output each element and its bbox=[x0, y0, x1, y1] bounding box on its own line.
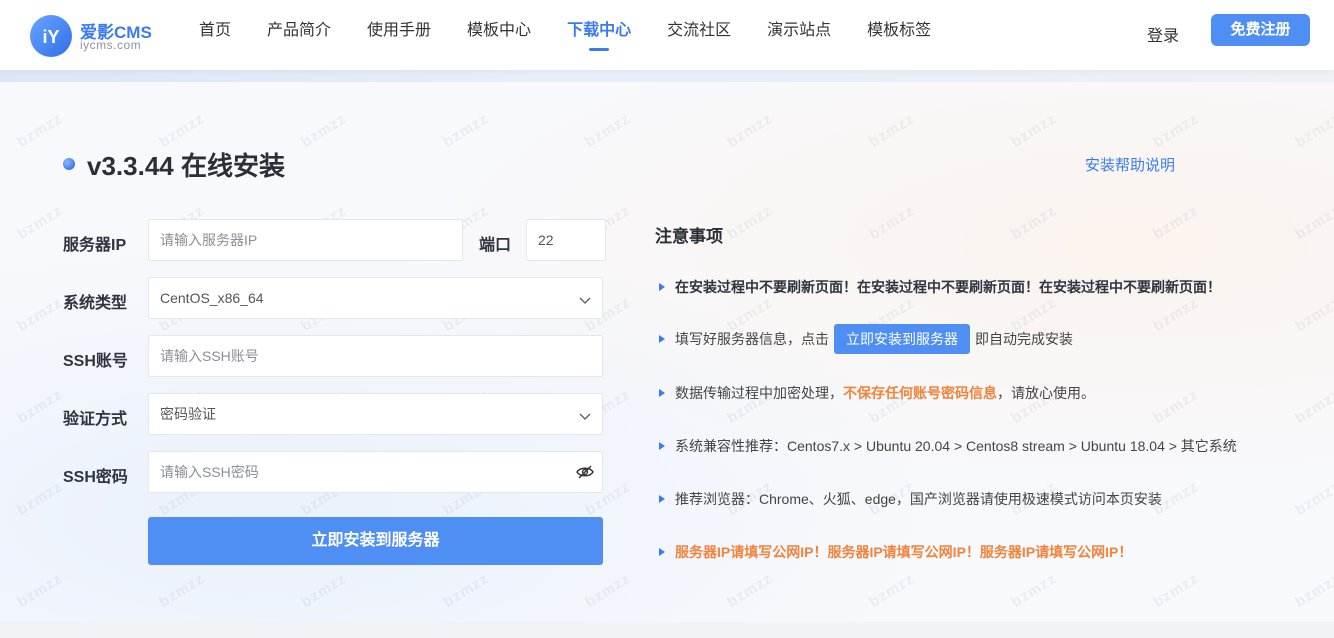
note-text: 数据传输过程中加密处理， bbox=[675, 385, 843, 401]
port-field[interactable] bbox=[526, 219, 606, 261]
auth-method-value: 密码验证 bbox=[160, 406, 216, 422]
triangle-bullet-icon bbox=[659, 548, 665, 556]
note-text: 在安装过程中不要刷新页面！在安装过程中不要刷新页面！在安装过程中不要刷新页面！ bbox=[675, 279, 1221, 295]
nav-item-product[interactable]: 产品简介 bbox=[249, 0, 349, 70]
nav-item-community[interactable]: 交流社区 bbox=[649, 0, 749, 70]
main-nav: 首页 产品简介 使用手册 模板中心 下载中心 交流社区 演示站点 模板标签 bbox=[181, 0, 949, 70]
note-item: 推荐浏览器：Chrome、火狐、edge，国产浏览器请使用极速模式访问本页安装 bbox=[659, 489, 1162, 509]
title-dot-icon bbox=[63, 158, 75, 170]
note-text: 即自动完成安装 bbox=[975, 331, 1073, 347]
nav-item-demo[interactable]: 演示站点 bbox=[749, 0, 849, 70]
login-link[interactable]: 登录 bbox=[1147, 22, 1179, 46]
brand-logo[interactable]: iY 爱影CMS iycms.com bbox=[30, 14, 170, 57]
note-text: 服务器IP请填写公网IP！服务器IP请填写公网IP！服务器IP请填写公网IP！ bbox=[675, 544, 1133, 560]
top-header: iY 爱影CMS iycms.com 首页 产品简介 使用手册 模板中心 下载中… bbox=[0, 0, 1334, 70]
register-button[interactable]: 免费注册 bbox=[1211, 14, 1310, 46]
note-text: 系统兼容性推荐：Centos7.x > Ubuntu 20.04 > Cento… bbox=[675, 438, 1237, 454]
note-item: 服务器IP请填写公网IP！服务器IP请填写公网IP！服务器IP请填写公网IP！ bbox=[659, 542, 1132, 562]
ssh-account-label: SSH账号 bbox=[63, 353, 128, 370]
os-type-label: 系统类型 bbox=[63, 295, 128, 312]
nav-item-template-tags[interactable]: 模板标签 bbox=[849, 0, 949, 70]
notes-title: 注意事项 bbox=[655, 227, 723, 246]
note-text: ，请放心使用。 bbox=[997, 385, 1095, 401]
nav-item-home[interactable]: 首页 bbox=[181, 0, 249, 70]
triangle-bullet-icon bbox=[659, 389, 665, 397]
os-type-value: CentOS_x86_64 bbox=[160, 290, 264, 306]
inline-install-button[interactable]: 立即安装到服务器 bbox=[834, 324, 970, 354]
note-item: 填写好服务器信息，点击 立即安装到服务器 即自动完成安装 bbox=[659, 324, 1073, 354]
triangle-bullet-icon bbox=[659, 335, 665, 343]
nav-item-manual[interactable]: 使用手册 bbox=[349, 0, 449, 70]
logo-mark-icon: iY bbox=[30, 15, 72, 57]
note-item: 数据传输过程中加密处理， 不保存任何账号密码信息 ，请放心使用。 bbox=[659, 383, 1095, 403]
note-text: 推荐浏览器：Chrome、火狐、edge，国产浏览器请使用极速模式访问本页安装 bbox=[675, 491, 1162, 507]
nav-item-download[interactable]: 下载中心 bbox=[549, 0, 649, 70]
install-help-link[interactable]: 安装帮助说明 bbox=[1085, 154, 1175, 175]
note-item: 系统兼容性推荐：Centos7.x > Ubuntu 20.04 > Cento… bbox=[659, 436, 1237, 456]
nav-item-templates[interactable]: 模板中心 bbox=[449, 0, 549, 70]
server-ip-input[interactable] bbox=[160, 220, 462, 260]
header-divider bbox=[0, 70, 1334, 82]
triangle-bullet-icon bbox=[659, 283, 665, 291]
ssh-account-input[interactable] bbox=[160, 336, 602, 376]
ssh-password-field[interactable] bbox=[148, 451, 603, 493]
eye-off-icon[interactable] bbox=[576, 464, 594, 483]
port-label: 端口 bbox=[479, 237, 512, 254]
footer-band bbox=[0, 622, 1334, 638]
note-text: 填写好服务器信息，点击 bbox=[675, 331, 829, 347]
ssh-account-field[interactable] bbox=[148, 335, 603, 377]
install-submit-button[interactable]: 立即安装到服务器 bbox=[148, 517, 603, 565]
auth-method-label: 验证方式 bbox=[63, 411, 128, 428]
note-highlight: 不保存任何账号密码信息 bbox=[843, 385, 997, 401]
triangle-bullet-icon bbox=[659, 495, 665, 503]
server-ip-field[interactable] bbox=[148, 219, 463, 261]
chevron-down-icon bbox=[579, 293, 591, 309]
note-item: 在安装过程中不要刷新页面！在安装过程中不要刷新页面！在安装过程中不要刷新页面！ bbox=[659, 277, 1221, 297]
triangle-bullet-icon bbox=[659, 442, 665, 450]
brand-domain: iycms.com bbox=[80, 38, 142, 52]
chevron-down-icon bbox=[579, 409, 591, 425]
ssh-password-label: SSH密码 bbox=[63, 469, 128, 486]
svg-text:iY: iY bbox=[42, 27, 59, 47]
server-ip-label: 服务器IP bbox=[63, 237, 127, 254]
auth-method-select[interactable]: 密码验证 bbox=[148, 393, 603, 435]
ssh-password-input[interactable] bbox=[160, 452, 602, 492]
page-title: v3.3.44 在线安装 bbox=[87, 151, 285, 181]
port-input[interactable] bbox=[538, 220, 605, 260]
os-type-select[interactable]: CentOS_x86_64 bbox=[148, 277, 603, 319]
